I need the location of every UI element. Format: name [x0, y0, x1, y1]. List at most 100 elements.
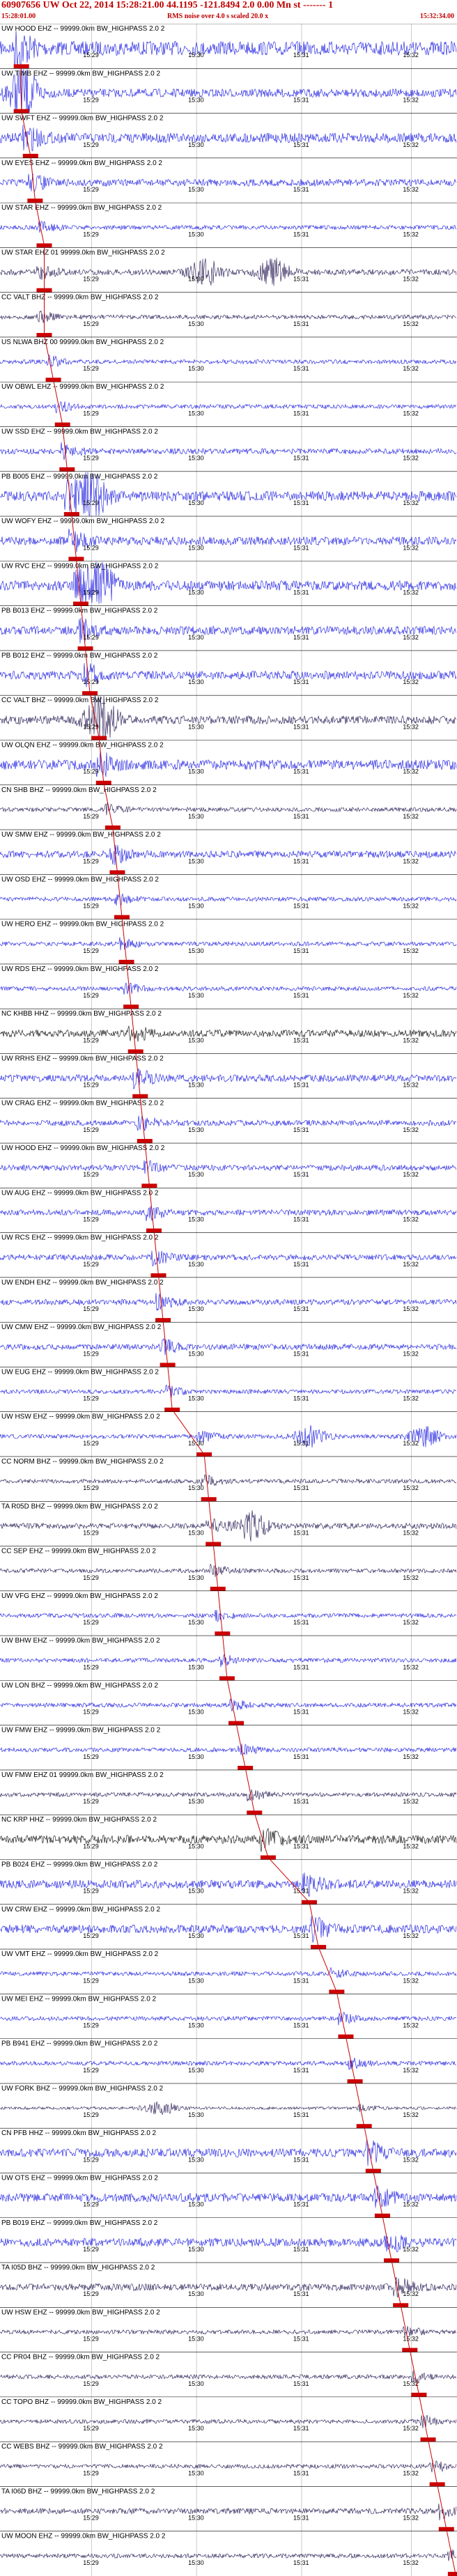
- time-tick-label: 15:31: [293, 947, 309, 954]
- station-label: UW OLQN EHZ -- 99999.0km BW_HIGHPASS 2.0…: [1, 741, 164, 749]
- time-tick-label: 15:31: [293, 365, 309, 372]
- station-label: CN PFB HHZ -- 99999.0km BW_HIGHPASS 2.0 …: [1, 2129, 157, 2137]
- station-label: UW STAR EHZ -- 99999.0km BW_HIGHPASS 2.0…: [1, 204, 162, 212]
- time-tick-label: 15:29: [83, 2425, 99, 2432]
- time-tick-label: 15:30: [188, 1798, 204, 1805]
- waveform: [0, 173, 457, 193]
- trace-row: 15:29 15:30 15:31 15:32 US NLWA BHZ 00 99999…: [0, 336, 457, 382]
- time-tick-label: 15:29: [83, 52, 99, 59]
- waveform: [0, 1025, 457, 1042]
- waveform: [0, 893, 457, 906]
- time-tick-label: 15:31: [293, 2156, 309, 2163]
- trace-row: 15:29 15:30 15:31 15:32CC VALT BHZ -- 99999…: [0, 695, 457, 740]
- time-tick-label: 15:29: [83, 858, 99, 864]
- time-tick-label: 15:32: [403, 365, 419, 372]
- waveform: [0, 982, 457, 995]
- time-tick-label: 15:29: [83, 141, 99, 148]
- station-label: CN SHB BHZ -- 99999.0km BW_HIGHPASS 2.0 …: [1, 786, 157, 794]
- station-label: NC KHBB HHZ -- 99999.0km BW_HIGHPASS 2.0…: [1, 1010, 162, 1018]
- time-tick-label: 15:32: [403, 1977, 419, 1984]
- time-tick-label: 15:32: [403, 1126, 419, 1133]
- time-tick-label: 15:30: [188, 1977, 204, 1984]
- station-label: UW BHW EHZ -- 99999.0km BW_HIGHPASS 2.0 …: [1, 1637, 160, 1645]
- time-tick-label: 15:31: [293, 1261, 309, 1268]
- trace-row: 15:29 15:30 15:31 15:32 UW OTS EHZ -- 99999.…: [0, 2173, 457, 2218]
- time-tick-label: 15:32: [403, 813, 419, 820]
- trace-row: 15:29 15:30 15:31 15:32 UW FORK BHZ -- 99999…: [0, 2083, 457, 2129]
- time-tick-label: 15:29: [83, 1798, 99, 1805]
- trace-row: 15:29 15:30 15:31 15:32 UW OBWL EHZ -- 99999…: [0, 381, 457, 427]
- time-tick-label: 15:30: [188, 1126, 204, 1133]
- time-tick-label: 15:30: [188, 2425, 204, 2432]
- station-label: PB B013 EHZ -- 99999.0km BW_HIGHPASS 2.0…: [1, 607, 158, 615]
- station-label: UW RRHS EHZ -- 99999.0km BW_HIGHPASS 2.0…: [1, 1055, 164, 1062]
- waveform: [0, 1250, 457, 1267]
- trace-row: 15:29 15:30 15:31 15:32 UW RRHS EHZ -- 99999…: [0, 1053, 457, 1099]
- time-tick-label: 15:31: [293, 2111, 309, 2118]
- trace-row: 15:29 15:30 15:31 15:32 NC KHBB HHZ -- 99999…: [0, 1008, 457, 1054]
- trace-row: 15:29 15:30 15:31 15:32 UW HERO EHZ -- 99999…: [0, 919, 457, 964]
- waveform: [0, 2012, 457, 2026]
- time-tick-label: 15:29: [83, 947, 99, 954]
- station-label: UW RCS EHZ -- 99999.0km BW_HIGHPASS 2.0 …: [1, 1234, 159, 1242]
- trace-row: 15:29 15:30 15:31 15:32 UW HOOD EHZ -- 99999…: [0, 24, 457, 69]
- trace-row: 15:29 15:30 15:31 15:32 PB B019 EHZ -- 99999…: [0, 2217, 457, 2263]
- time-tick-label: 15:32: [403, 276, 419, 283]
- time-tick-label: 15:30: [188, 186, 204, 193]
- time-tick-label: 15:31: [293, 96, 309, 103]
- trace-row: 15:29 15:30 15:31 15:32 UW STAR EHZ 01 99999…: [0, 247, 457, 293]
- time-tick-label: 15:31: [293, 1037, 309, 1043]
- event-title: 60907656 UW Oct 22, 2014 15:28:21.00 44.…: [1, 0, 334, 10]
- time-tick-label: 15:32: [403, 2246, 419, 2253]
- trace-row: 15:29 15:30 15:31 15:32 UW SWFT EHZ -- 99999…: [0, 113, 457, 158]
- station-label: PB B012 EHZ -- 99999.0km BW_HIGHPASS 2.0…: [1, 652, 158, 660]
- waveform: [0, 1206, 457, 1221]
- time-tick-label: 15:29: [83, 678, 99, 685]
- station-label: TA R05D BHZ -- 99999.0km BW_HIGHPASS 2.0…: [1, 1503, 158, 1510]
- waveform: [0, 1425, 457, 1448]
- time-tick-label: 15:31: [293, 1663, 309, 1670]
- waveform: [0, 1916, 457, 1943]
- trace-row: 15:29 15:30 15:31 15:32 CC WEBS BHZ -- 99999…: [0, 2441, 457, 2487]
- time-tick-label: 15:32: [403, 2425, 419, 2432]
- time-tick-label: 15:32: [403, 2201, 419, 2208]
- time-tick-label: 15:31: [293, 2559, 309, 2566]
- time-tick-label: 15:31: [293, 2067, 309, 2074]
- waveform: [0, 1789, 457, 1801]
- trace-row: 15:29 15:30 15:31 15:32 CN SHB BHZ -- 99999.…: [0, 784, 457, 830]
- time-tick-label: 15:29: [83, 2111, 99, 2118]
- time-tick-label: 15:30: [188, 723, 204, 730]
- time-tick-label: 15:31: [293, 276, 309, 283]
- time-tick-label: 15:31: [293, 1350, 309, 1357]
- trace-row: 15:29 15:30 15:31 15:32PB B024 EHZ -- 99999…: [0, 1859, 457, 1904]
- time-tick-label: 15:30: [188, 2336, 204, 2343]
- time-tick-label: 15:32: [403, 2022, 419, 2029]
- waveform: [0, 2058, 457, 2070]
- waveform: [0, 1384, 457, 1398]
- time-tick-label: 15:31: [293, 2246, 309, 2253]
- time-tick-label: 15:30: [188, 2067, 204, 2074]
- waveform: [0, 1337, 457, 1356]
- trace-row: 15:29 15:30 15:31 15:32 UW EYES EHZ -- 99999…: [0, 157, 457, 203]
- time-tick-label: 15:30: [188, 678, 204, 685]
- trace-row: 15:29 15:30 15:31 15:32 UW VMT EHZ -- 99999.…: [0, 1948, 457, 1994]
- trace-row: 15:29 15:30 15:31 15:32 CC SEP EHZ -- 99999.…: [0, 1546, 457, 1591]
- waveform: [0, 258, 457, 286]
- time-tick-label: 15:29: [83, 365, 99, 372]
- waveform: [0, 937, 457, 951]
- trace-row: 15:29 15:30 15:31 15:32 UW HSW EHZ -- 99999.…: [0, 2307, 457, 2352]
- time-tick-label: 15:32: [403, 2156, 419, 2163]
- station-label: UW OBWL EHZ -- 99999.0km BW_HIGHPASS 2.0…: [1, 383, 164, 391]
- time-tick-label: 15:32: [403, 634, 419, 641]
- time-tick-label: 15:29: [83, 2559, 99, 2566]
- pick-marker: [447, 2572, 457, 2576]
- time-tick-label: 15:30: [188, 2156, 204, 2163]
- seismogram-panel: 15:29 15:30 15:31 15:32 UW HOOD EHZ -- 99999…: [0, 24, 457, 2576]
- time-tick-label: 15:32: [403, 320, 419, 327]
- station-label: CC VALT BHZ -- 99999.0km BW_HIGHPASS 2.0…: [1, 294, 159, 302]
- time-tick-label: 15:29: [83, 2515, 99, 2522]
- station-label: CC SEP EHZ -- 99999.0km BW_HIGHPASS 2.0 …: [1, 1548, 156, 1555]
- time-tick-label: 15:29: [83, 2336, 99, 2343]
- time-tick-label: 15:30: [188, 1663, 204, 1670]
- waveform: [0, 2414, 457, 2428]
